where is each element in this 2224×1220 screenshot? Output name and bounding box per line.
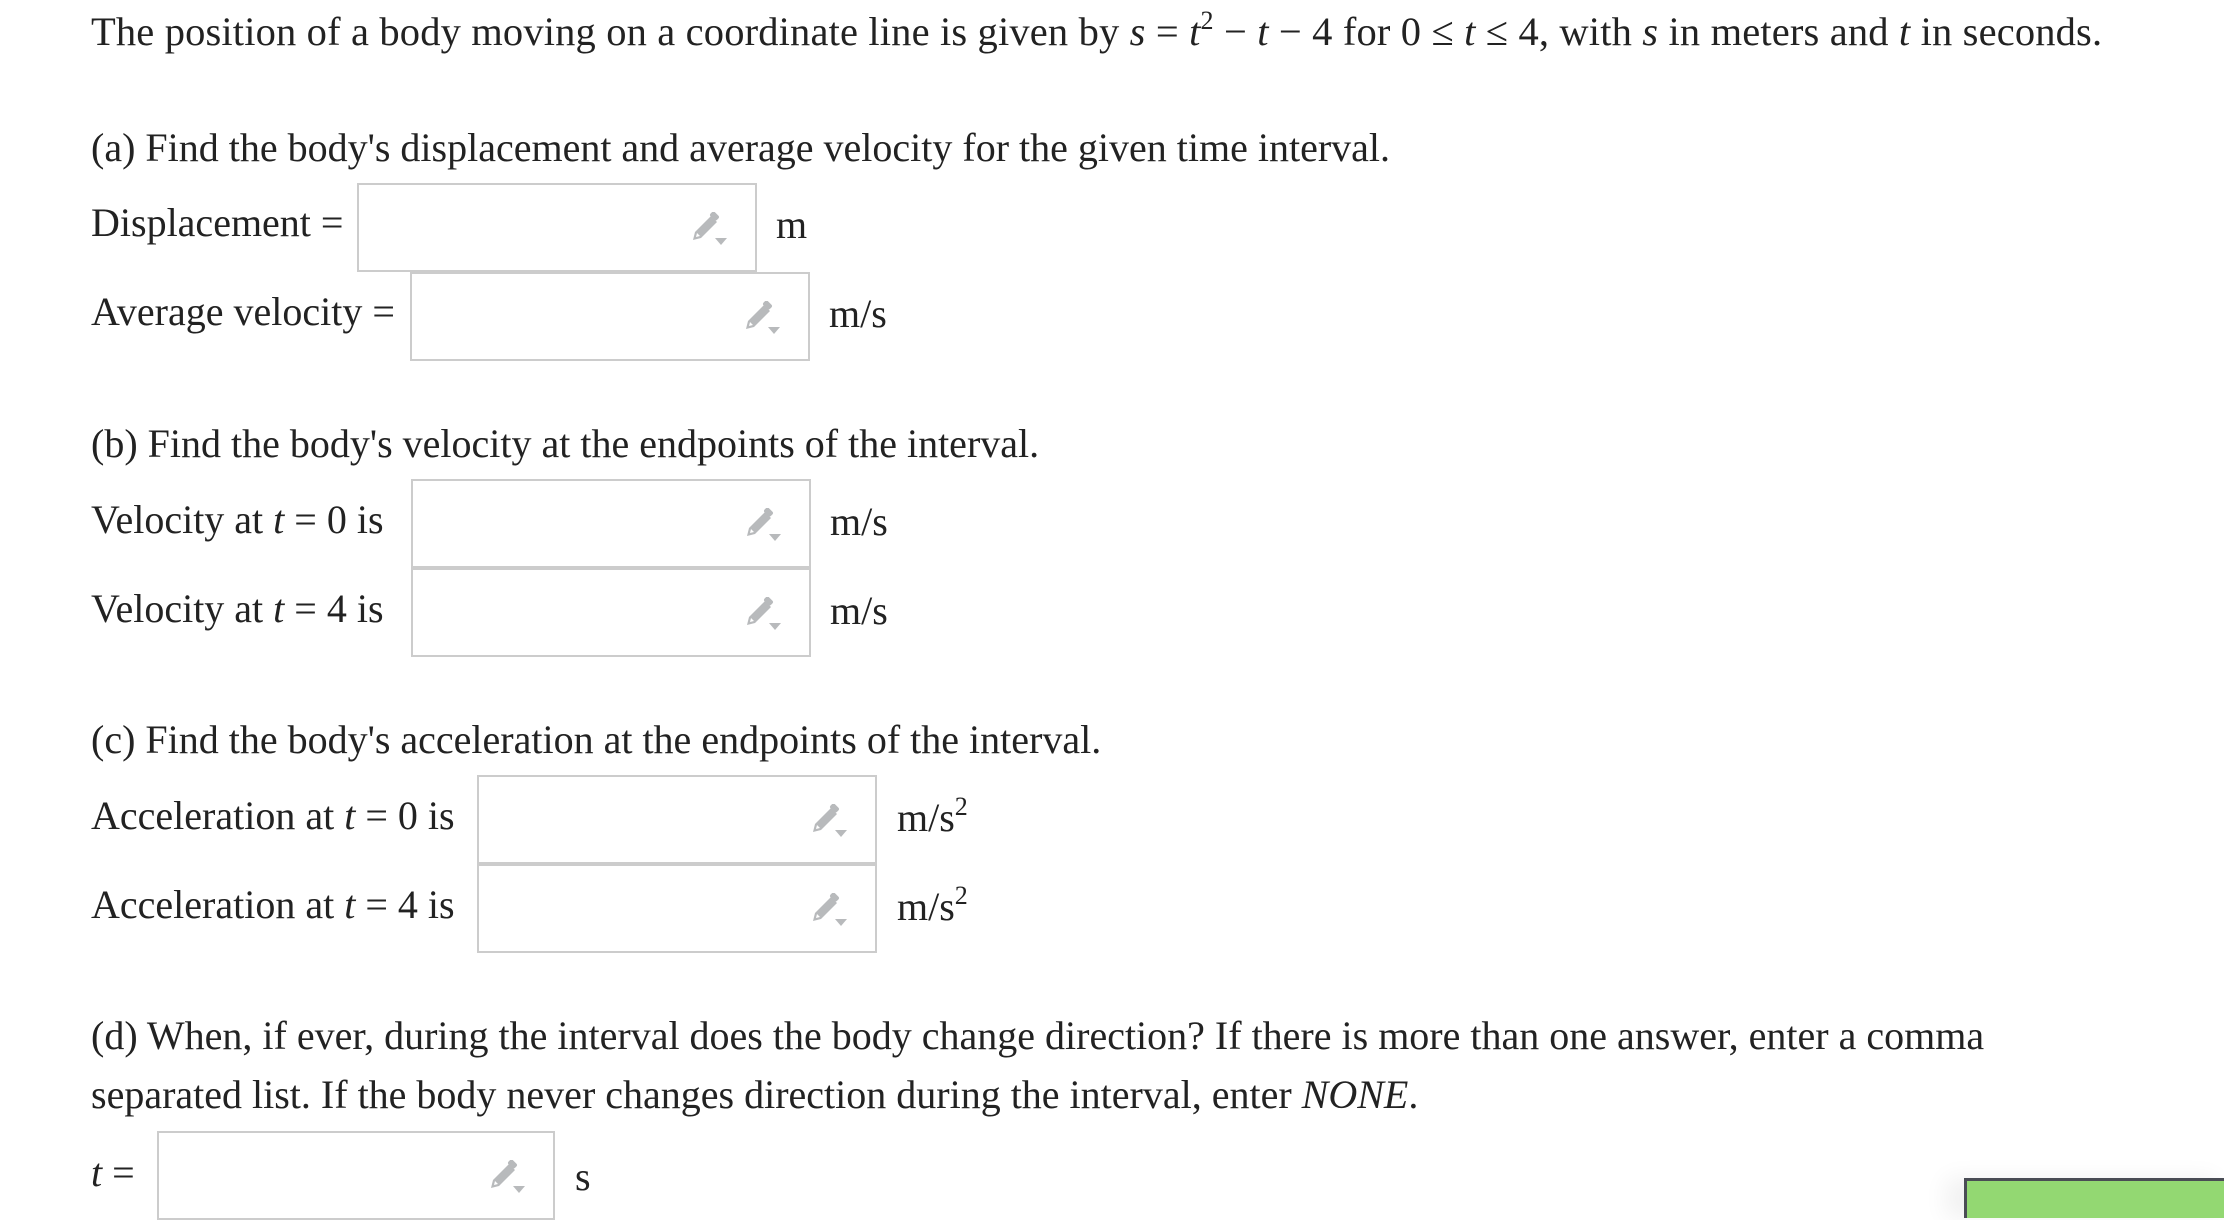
average-velocity-answer-box	[410, 272, 810, 361]
label-text: Acceleration at	[91, 793, 345, 838]
part-d-heading-line1: (d) When, if ever, during the interval d…	[91, 1013, 1985, 1058]
units-text: in seconds.	[1910, 9, 2103, 54]
acceleration-t0-answer-box	[477, 775, 877, 864]
part-a-heading: (a) Find the body's displacement and ave…	[91, 125, 1391, 170]
pencil-dropdown-icon[interactable]	[689, 212, 729, 246]
average-velocity-unit: m/s	[829, 291, 887, 336]
unit-exponent: 2	[954, 881, 968, 910]
average-velocity-input[interactable]	[412, 274, 732, 359]
velocity-t4-answer-box	[411, 568, 811, 657]
pencil-dropdown-icon[interactable]	[809, 893, 849, 927]
part-d-heading-line2: separated list. If the body never change…	[91, 1075, 1418, 1115]
direction-change-input[interactable]	[159, 1133, 479, 1218]
velocity-t4-input[interactable]	[413, 570, 733, 655]
label-text: Velocity at	[91, 586, 274, 631]
average-velocity-label: Average velocity =	[91, 289, 395, 334]
math-var-s: s	[1642, 9, 1659, 54]
unit-base: m/s	[897, 795, 955, 840]
heading-text: .	[1408, 1072, 1419, 1117]
label-text: Velocity at	[91, 497, 274, 542]
math-var-t: t	[273, 586, 285, 631]
math-var-t: t	[273, 497, 285, 542]
none-keyword: NONE	[1301, 1072, 1409, 1117]
label-text: = 4 is	[355, 882, 455, 927]
direction-change-unit: s	[575, 1154, 591, 1199]
pencil-dropdown-icon[interactable]	[743, 597, 783, 631]
submit-button[interactable]	[1964, 1178, 2224, 1218]
unit-base: m/s	[897, 884, 955, 929]
label-text: = 0 is	[284, 497, 384, 542]
math-var-t: t	[1189, 9, 1201, 54]
math-var-t: t	[344, 882, 356, 927]
acceleration-t4-input[interactable]	[479, 866, 799, 951]
math-interval-text: − 4 for 0 ≤	[1268, 9, 1465, 54]
label-text: = 0 is	[355, 793, 455, 838]
label-text: = 4 is	[284, 586, 384, 631]
part-b-heading: (b) Find the body's velocity at the endp…	[91, 421, 1040, 466]
math-var-t: t	[1257, 9, 1269, 54]
displacement-unit: m	[776, 202, 808, 247]
math-exponent: 2	[1200, 6, 1214, 35]
problem-statement: The position of a body moving on a coord…	[91, 8, 2103, 54]
velocity-t4-unit: m/s	[830, 588, 888, 633]
units-text: in meters and	[1658, 9, 1899, 54]
acceleration-t4-unit: m/s2	[897, 883, 968, 929]
direction-change-answer-box	[157, 1131, 555, 1220]
acceleration-t0-label: Acceleration at t = 0 is	[91, 796, 455, 836]
part-c-heading: (c) Find the body's acceleration at the …	[91, 717, 1102, 762]
displacement-input[interactable]	[359, 185, 679, 270]
velocity-t0-unit: m/s	[830, 499, 888, 544]
displacement-answer-box	[357, 183, 757, 272]
math-var-s: s	[1129, 9, 1146, 54]
math-eq: =	[102, 1150, 135, 1195]
displacement-label: Displacement =	[91, 200, 344, 245]
label-text: Acceleration at	[91, 882, 345, 927]
acceleration-t0-unit: m/s2	[897, 794, 968, 840]
velocity-t0-input[interactable]	[413, 481, 733, 566]
problem-intro: The position of a body moving on a coord…	[91, 9, 1130, 54]
acceleration-t4-label: Acceleration at t = 4 is	[91, 885, 455, 925]
pencil-dropdown-icon[interactable]	[742, 301, 782, 335]
pencil-dropdown-icon[interactable]	[743, 508, 783, 542]
pencil-dropdown-icon[interactable]	[487, 1160, 527, 1194]
acceleration-t0-input[interactable]	[479, 777, 799, 862]
math-eq: =	[1145, 9, 1190, 54]
heading-text: separated list. If the body never change…	[91, 1072, 1302, 1117]
velocity-t0-label: Velocity at t = 0 is	[91, 500, 384, 540]
velocity-t0-answer-box	[411, 479, 811, 568]
math-var-t: t	[1898, 9, 1911, 54]
math-var-t: t	[91, 1150, 103, 1195]
math-minus: −	[1213, 9, 1258, 54]
direction-change-label: t =	[91, 1153, 135, 1193]
math-var-t: t	[1464, 9, 1476, 54]
acceleration-t4-answer-box	[477, 864, 877, 953]
unit-exponent: 2	[954, 792, 968, 821]
velocity-t4-label: Velocity at t = 4 is	[91, 589, 384, 629]
pencil-dropdown-icon[interactable]	[809, 804, 849, 838]
math-var-t: t	[344, 793, 356, 838]
math-interval-text: ≤ 4, with	[1475, 9, 1643, 54]
